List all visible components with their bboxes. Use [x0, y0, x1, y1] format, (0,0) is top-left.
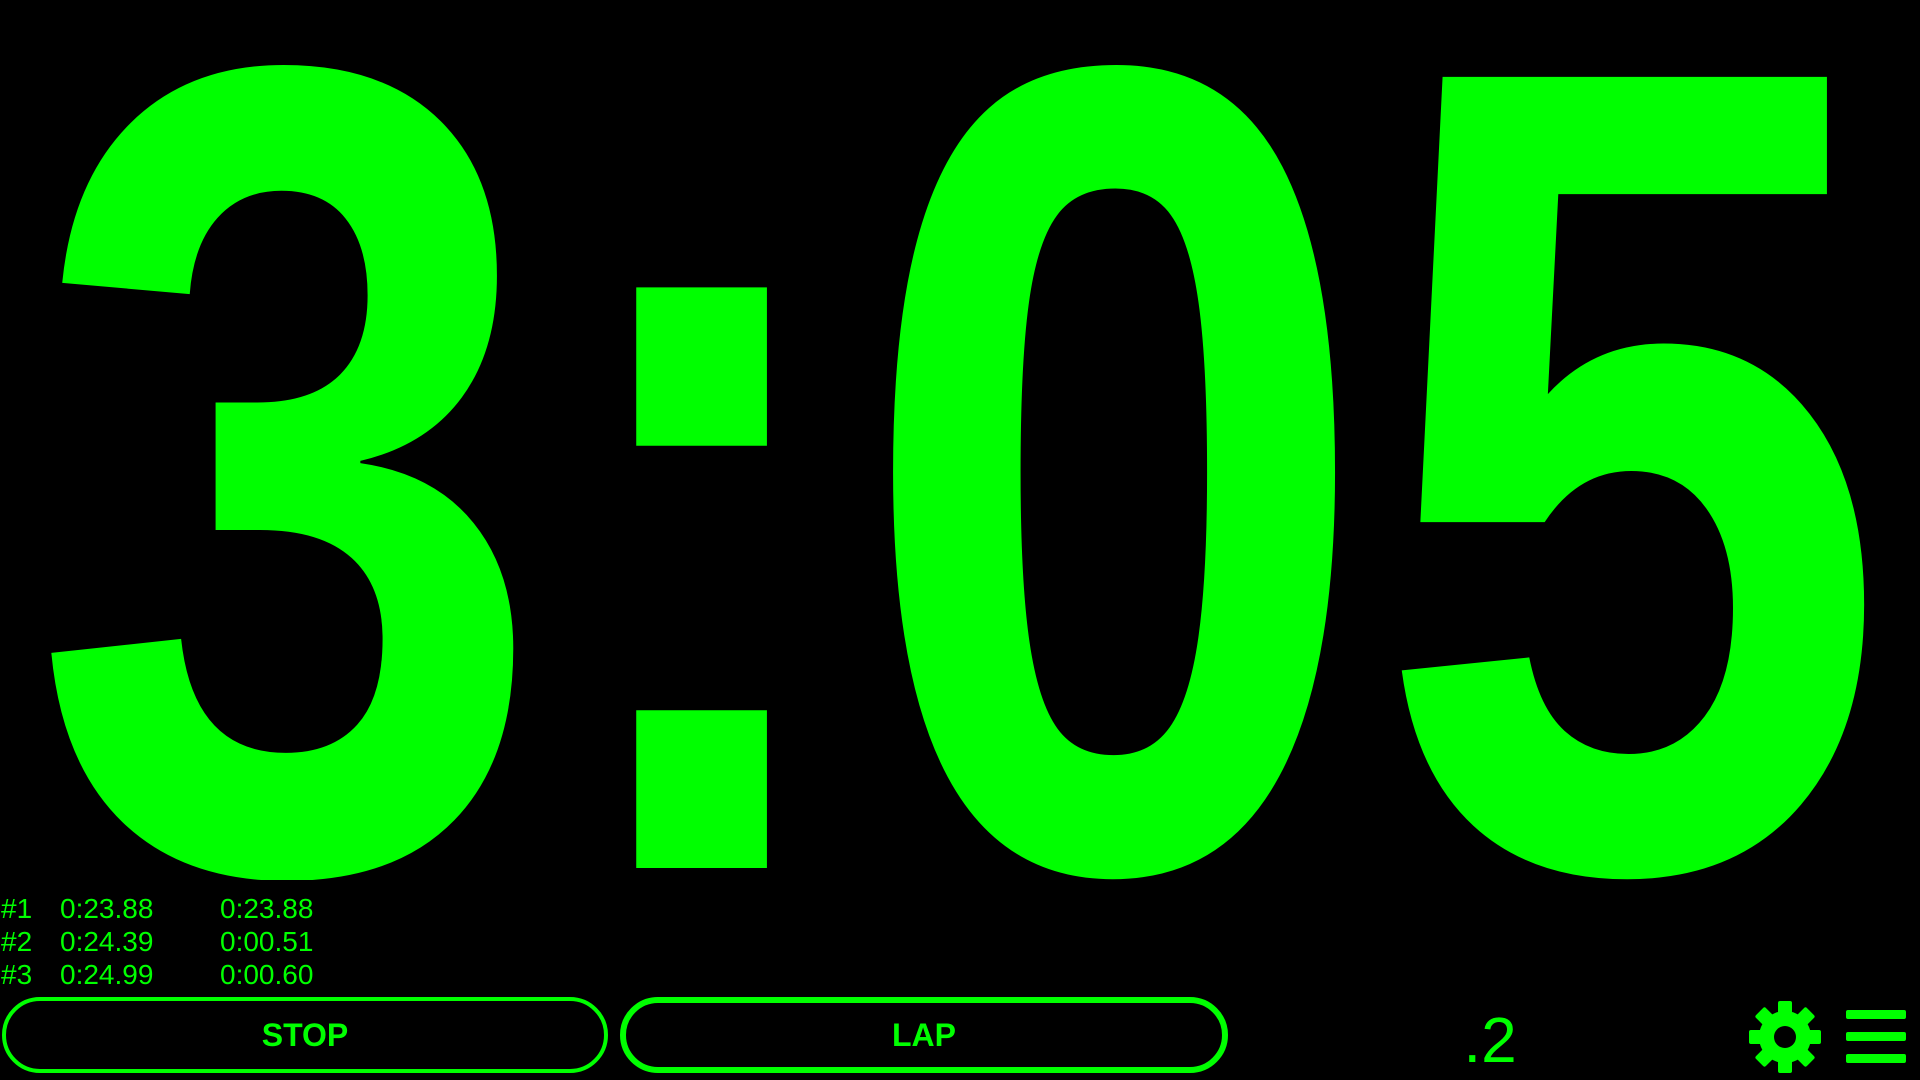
tenths-display: .2 — [1463, 1004, 1517, 1076]
elapsed-time-display: 3:05 — [0, 0, 1920, 880]
stopwatch-screen: 3:05 #1 0:23.88 0:23.88 #2 0:24.39 0:00.… — [0, 0, 1920, 1080]
hamburger-menu-icon[interactable] — [1846, 1008, 1906, 1068]
stop-button[interactable]: STOP — [2, 997, 608, 1073]
lap-number: #1 — [1, 893, 33, 924]
lap-split-time: 0:00.51 — [220, 926, 314, 957]
elapsed-time-text: 3:05 — [30, 0, 1890, 880]
lap-button[interactable]: LAP — [620, 997, 1228, 1073]
lap-split-time: 0:00.60 — [220, 959, 314, 990]
lap-row: #3 0:24.99 0:00.60 — [0, 958, 360, 991]
lap-total-time: 0:24.99 — [60, 959, 154, 990]
lap-total-time: 0:23.88 — [60, 893, 154, 924]
gear-icon[interactable] — [1748, 1000, 1822, 1074]
lap-split-time: 0:23.88 — [220, 893, 314, 924]
lap-row: #1 0:23.88 0:23.88 — [0, 892, 360, 925]
lap-row: #2 0:24.39 0:00.51 — [0, 925, 360, 958]
lap-list: #1 0:23.88 0:23.88 #2 0:24.39 0:00.51 #3… — [0, 892, 360, 991]
lap-number: #2 — [1, 926, 33, 957]
lap-number: #3 — [1, 959, 33, 990]
lap-total-time: 0:24.39 — [60, 926, 154, 957]
